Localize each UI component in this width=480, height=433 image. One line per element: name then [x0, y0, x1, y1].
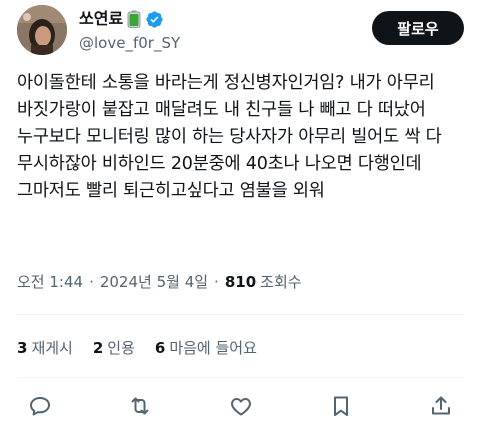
quotes-stat[interactable]: 2 인용	[93, 337, 135, 358]
tweet-meta: 오전 1:44 · 2024년 5월 4일 · 810 조회수	[17, 271, 302, 292]
likes-label: 마음에 들어요	[169, 339, 257, 357]
meta-separator: ·	[214, 272, 219, 291]
tweet-time[interactable]: 오전 1:44	[17, 271, 83, 292]
reply-icon	[30, 397, 50, 416]
divider	[17, 377, 464, 378]
reposts-count: 3	[17, 339, 28, 357]
repost-button[interactable]	[127, 393, 153, 419]
likes-stat[interactable]: 6 마음에 들어요	[155, 337, 257, 358]
follow-button[interactable]: 팔로우	[372, 11, 464, 45]
share-button[interactable]	[428, 393, 454, 419]
likes-count: 6	[154, 339, 166, 357]
battery-emoji-icon	[127, 10, 141, 28]
repost-icon	[131, 397, 149, 415]
tweet-stats: 3 재게시 2 인용 6 마음에 들어요	[17, 337, 277, 358]
tweet-header: 쏘연료 @love_f0r_SY 팔로우	[17, 5, 464, 55]
meta-separator: ·	[89, 272, 94, 291]
reposts-stat[interactable]: 3 재게시	[17, 337, 73, 358]
verified-badge-icon	[145, 10, 164, 29]
user-handle[interactable]: @love_f0r_SY	[79, 34, 180, 52]
views-count: 810	[224, 272, 257, 291]
bookmark-button[interactable]	[328, 393, 354, 419]
quotes-count: 2	[92, 339, 104, 357]
display-name[interactable]: 쏘연료	[79, 9, 180, 29]
reposts-label: 재게시	[31, 339, 73, 357]
views-label: 조회수	[260, 273, 302, 291]
quotes-label: 인용	[107, 339, 135, 357]
share-icon	[432, 396, 450, 415]
bookmark-icon	[333, 396, 348, 416]
display-name-text[interactable]: 쏘연료	[79, 9, 123, 29]
like-button[interactable]	[228, 393, 254, 419]
like-icon	[230, 398, 251, 416]
tweet-actions	[17, 390, 464, 422]
tweet-text: 아이돌한테 소통을 바라는게 정신병자인거임? 내가 아무리 바짓가랑이 붙잡고…	[17, 73, 447, 201]
tweet-date[interactable]: 2024년 5월 4일	[100, 271, 208, 292]
reply-button[interactable]	[27, 393, 53, 419]
divider	[17, 314, 464, 315]
avatar[interactable]	[17, 5, 67, 55]
